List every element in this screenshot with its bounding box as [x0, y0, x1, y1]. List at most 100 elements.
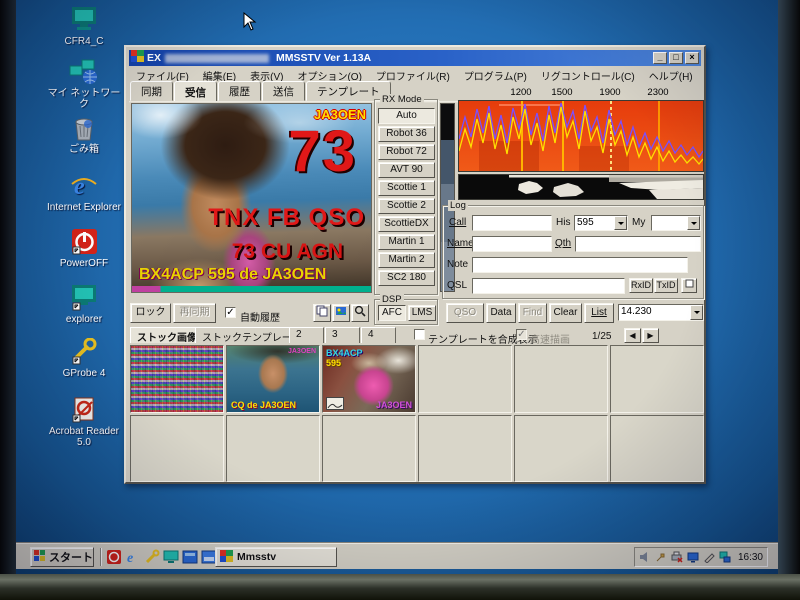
desktop-icon-cfr4c[interactable]: CFR4_C — [44, 6, 124, 47]
note-input[interactable] — [472, 257, 688, 273]
tab-sync[interactable]: 同期 — [130, 81, 173, 101]
desktop-icon-explorer[interactable]: explorer — [44, 284, 124, 325]
rx-mode-robot72[interactable]: Robot 72 — [378, 144, 435, 160]
rx-image-footer: BX4ACP 595 de JA3OEN — [139, 266, 326, 284]
start-button[interactable]: スタート — [30, 547, 94, 567]
tray-network-icon[interactable] — [719, 551, 731, 563]
tab-stock-template-2[interactable]: 2 — [289, 327, 324, 343]
chevron-down-icon[interactable] — [690, 305, 703, 320]
windows-logo-icon — [34, 550, 46, 565]
maximize-button[interactable]: □ — [669, 52, 683, 64]
stock-thumbnail-empty[interactable] — [514, 345, 608, 413]
stock-thumbnail-cq[interactable]: JA3OEN CQ de JA3OEN — [226, 345, 320, 413]
rx-mode-scottiedx[interactable]: ScottieDX — [378, 216, 435, 232]
txid-button[interactable]: TxID — [654, 278, 678, 293]
rx-mode-martin1[interactable]: Martin 1 — [378, 234, 435, 250]
lock-button[interactable]: ロック — [130, 303, 171, 323]
tab-stock-template-4[interactable]: 4 — [361, 327, 396, 343]
menu-rig-control[interactable]: リグコントロール(C) — [535, 68, 641, 83]
desktop-icon-recycle-bin[interactable]: ごみ箱 — [44, 114, 124, 155]
desktop-icon-label: マイ ネットワーク — [44, 88, 124, 110]
tab-stock-images[interactable]: ストック画像 — [130, 327, 204, 343]
chevron-down-icon[interactable] — [687, 216, 700, 230]
tray-volume-icon[interactable] — [639, 551, 651, 563]
stock-thumbnail-empty[interactable] — [514, 415, 608, 483]
qso-button[interactable]: QSO — [446, 303, 484, 323]
tray-plug-icon[interactable] — [655, 551, 667, 563]
stock-image-grid: JA3OEN CQ de JA3OEN BX4ACP 595 JA3OEN — [130, 345, 704, 482]
frequency-combo[interactable]: 14.230 — [618, 304, 704, 321]
fast-draw-checkbox[interactable]: ✓ — [516, 329, 527, 340]
copy-image-button[interactable] — [313, 304, 331, 322]
desktop-icon-acrobat[interactable]: Acrobat Reader 5.0 — [44, 396, 124, 448]
image-button[interactable] — [332, 304, 350, 322]
rx-mode-scottie2[interactable]: Scottie 2 — [378, 198, 435, 214]
rx-mode-martin2[interactable]: Martin 2 — [378, 252, 435, 268]
page-prev-button[interactable]: ◀ — [624, 328, 641, 343]
rx-mode-avt90[interactable]: AVT 90 — [378, 162, 435, 178]
his-combo[interactable]: 595 — [574, 215, 628, 231]
rx-mode-robot36[interactable]: Robot 36 — [378, 126, 435, 142]
tab-receive[interactable]: 受信 — [174, 81, 217, 102]
qth-input[interactable] — [575, 236, 701, 252]
tray-printer-error-icon[interactable] — [671, 551, 683, 563]
stock-thumbnail-empty[interactable] — [418, 415, 512, 483]
stock-thumbnail-empty[interactable] — [322, 415, 416, 483]
close-button[interactable]: × — [685, 52, 699, 64]
resync-button[interactable]: 再同期 — [173, 303, 216, 323]
minimize-button[interactable]: _ — [653, 52, 667, 64]
tab-transmit[interactable]: 送信 — [262, 81, 305, 101]
quicklaunch-ie-icon[interactable]: e — [125, 549, 142, 565]
stock-thumbnail-noise[interactable] — [130, 345, 224, 413]
desktop-icon-poweroff[interactable]: PowerOFF — [44, 228, 124, 269]
desktop-icon-internet-explorer[interactable]: e Internet Explorer — [44, 172, 124, 213]
monitor-bezel-left — [0, 0, 16, 574]
taskbar-mmsstv-button[interactable]: Mmsstv — [215, 547, 337, 567]
find-button[interactable]: Find — [518, 303, 547, 323]
stock-thumbnail-empty[interactable] — [226, 415, 320, 483]
stock-thumbnail-empty[interactable] — [130, 415, 224, 483]
page-next-button[interactable]: ▶ — [642, 328, 659, 343]
stock-thumbnail-empty[interactable] — [610, 415, 704, 483]
my-combo[interactable] — [651, 215, 701, 231]
received-sstv-image[interactable]: JA3OEN 73 TNX FB QSO 73 CU AGN BX4ACP 59… — [131, 103, 372, 293]
tab-history[interactable]: 履歴 — [218, 81, 261, 101]
chevron-down-icon[interactable] — [614, 216, 627, 230]
quicklaunch-display-icon[interactable] — [163, 549, 180, 565]
qsl-input[interactable] — [472, 278, 625, 294]
stock-thumbnail-bx4acp[interactable]: BX4ACP 595 JA3OEN — [322, 345, 416, 413]
auto-history-checkbox[interactable]: ✓ — [225, 307, 236, 318]
svg-text:e: e — [74, 174, 85, 200]
mmsstv-task-icon — [220, 550, 233, 565]
name-input[interactable] — [472, 236, 552, 252]
menu-help[interactable]: ヘルプ(H) — [643, 68, 699, 83]
quicklaunch-app1-icon[interactable] — [182, 549, 199, 565]
tab-template[interactable]: テンプレート — [306, 81, 391, 101]
call-input[interactable] — [472, 215, 552, 231]
rxid-button[interactable]: RxID — [629, 278, 653, 293]
magnifier-button[interactable] — [351, 304, 369, 322]
tab-stock-template-3[interactable]: 3 — [325, 327, 360, 343]
data-button[interactable]: Data — [486, 303, 516, 323]
menu-program[interactable]: プログラム(P) — [458, 68, 533, 83]
title-bar[interactable]: EX MMSSTV Ver 1.13A _ □ × — [129, 50, 701, 66]
quicklaunch-poweroff-icon[interactable] — [106, 549, 123, 565]
stock-thumbnail-empty[interactable] — [418, 345, 512, 413]
rx-mode-auto[interactable]: Auto — [378, 108, 435, 124]
desktop-icon-label: PowerOFF — [44, 258, 124, 269]
quicklaunch-gprobe-icon[interactable] — [144, 549, 161, 565]
afc-button[interactable]: AFC — [378, 305, 406, 321]
desktop-icon-gprobe[interactable]: GProbe 4 — [44, 338, 124, 379]
tray-display-icon[interactable] — [687, 551, 699, 563]
lms-button[interactable]: LMS — [408, 305, 436, 321]
spectrum-display[interactable] — [458, 100, 704, 172]
tray-pen-icon[interactable] — [703, 551, 715, 563]
pic-option-button[interactable] — [681, 278, 697, 293]
desktop-icon-my-network[interactable]: マイ ネットワーク — [44, 58, 124, 110]
composite-template-checkbox[interactable] — [414, 329, 425, 340]
stock-thumbnail-empty[interactable] — [610, 345, 704, 413]
rx-mode-scottie1[interactable]: Scottie 1 — [378, 180, 435, 196]
clear-button[interactable]: Clear — [549, 303, 582, 323]
rx-mode-sc2180[interactable]: SC2 180 — [378, 270, 435, 286]
list-button[interactable]: List — [584, 303, 614, 323]
